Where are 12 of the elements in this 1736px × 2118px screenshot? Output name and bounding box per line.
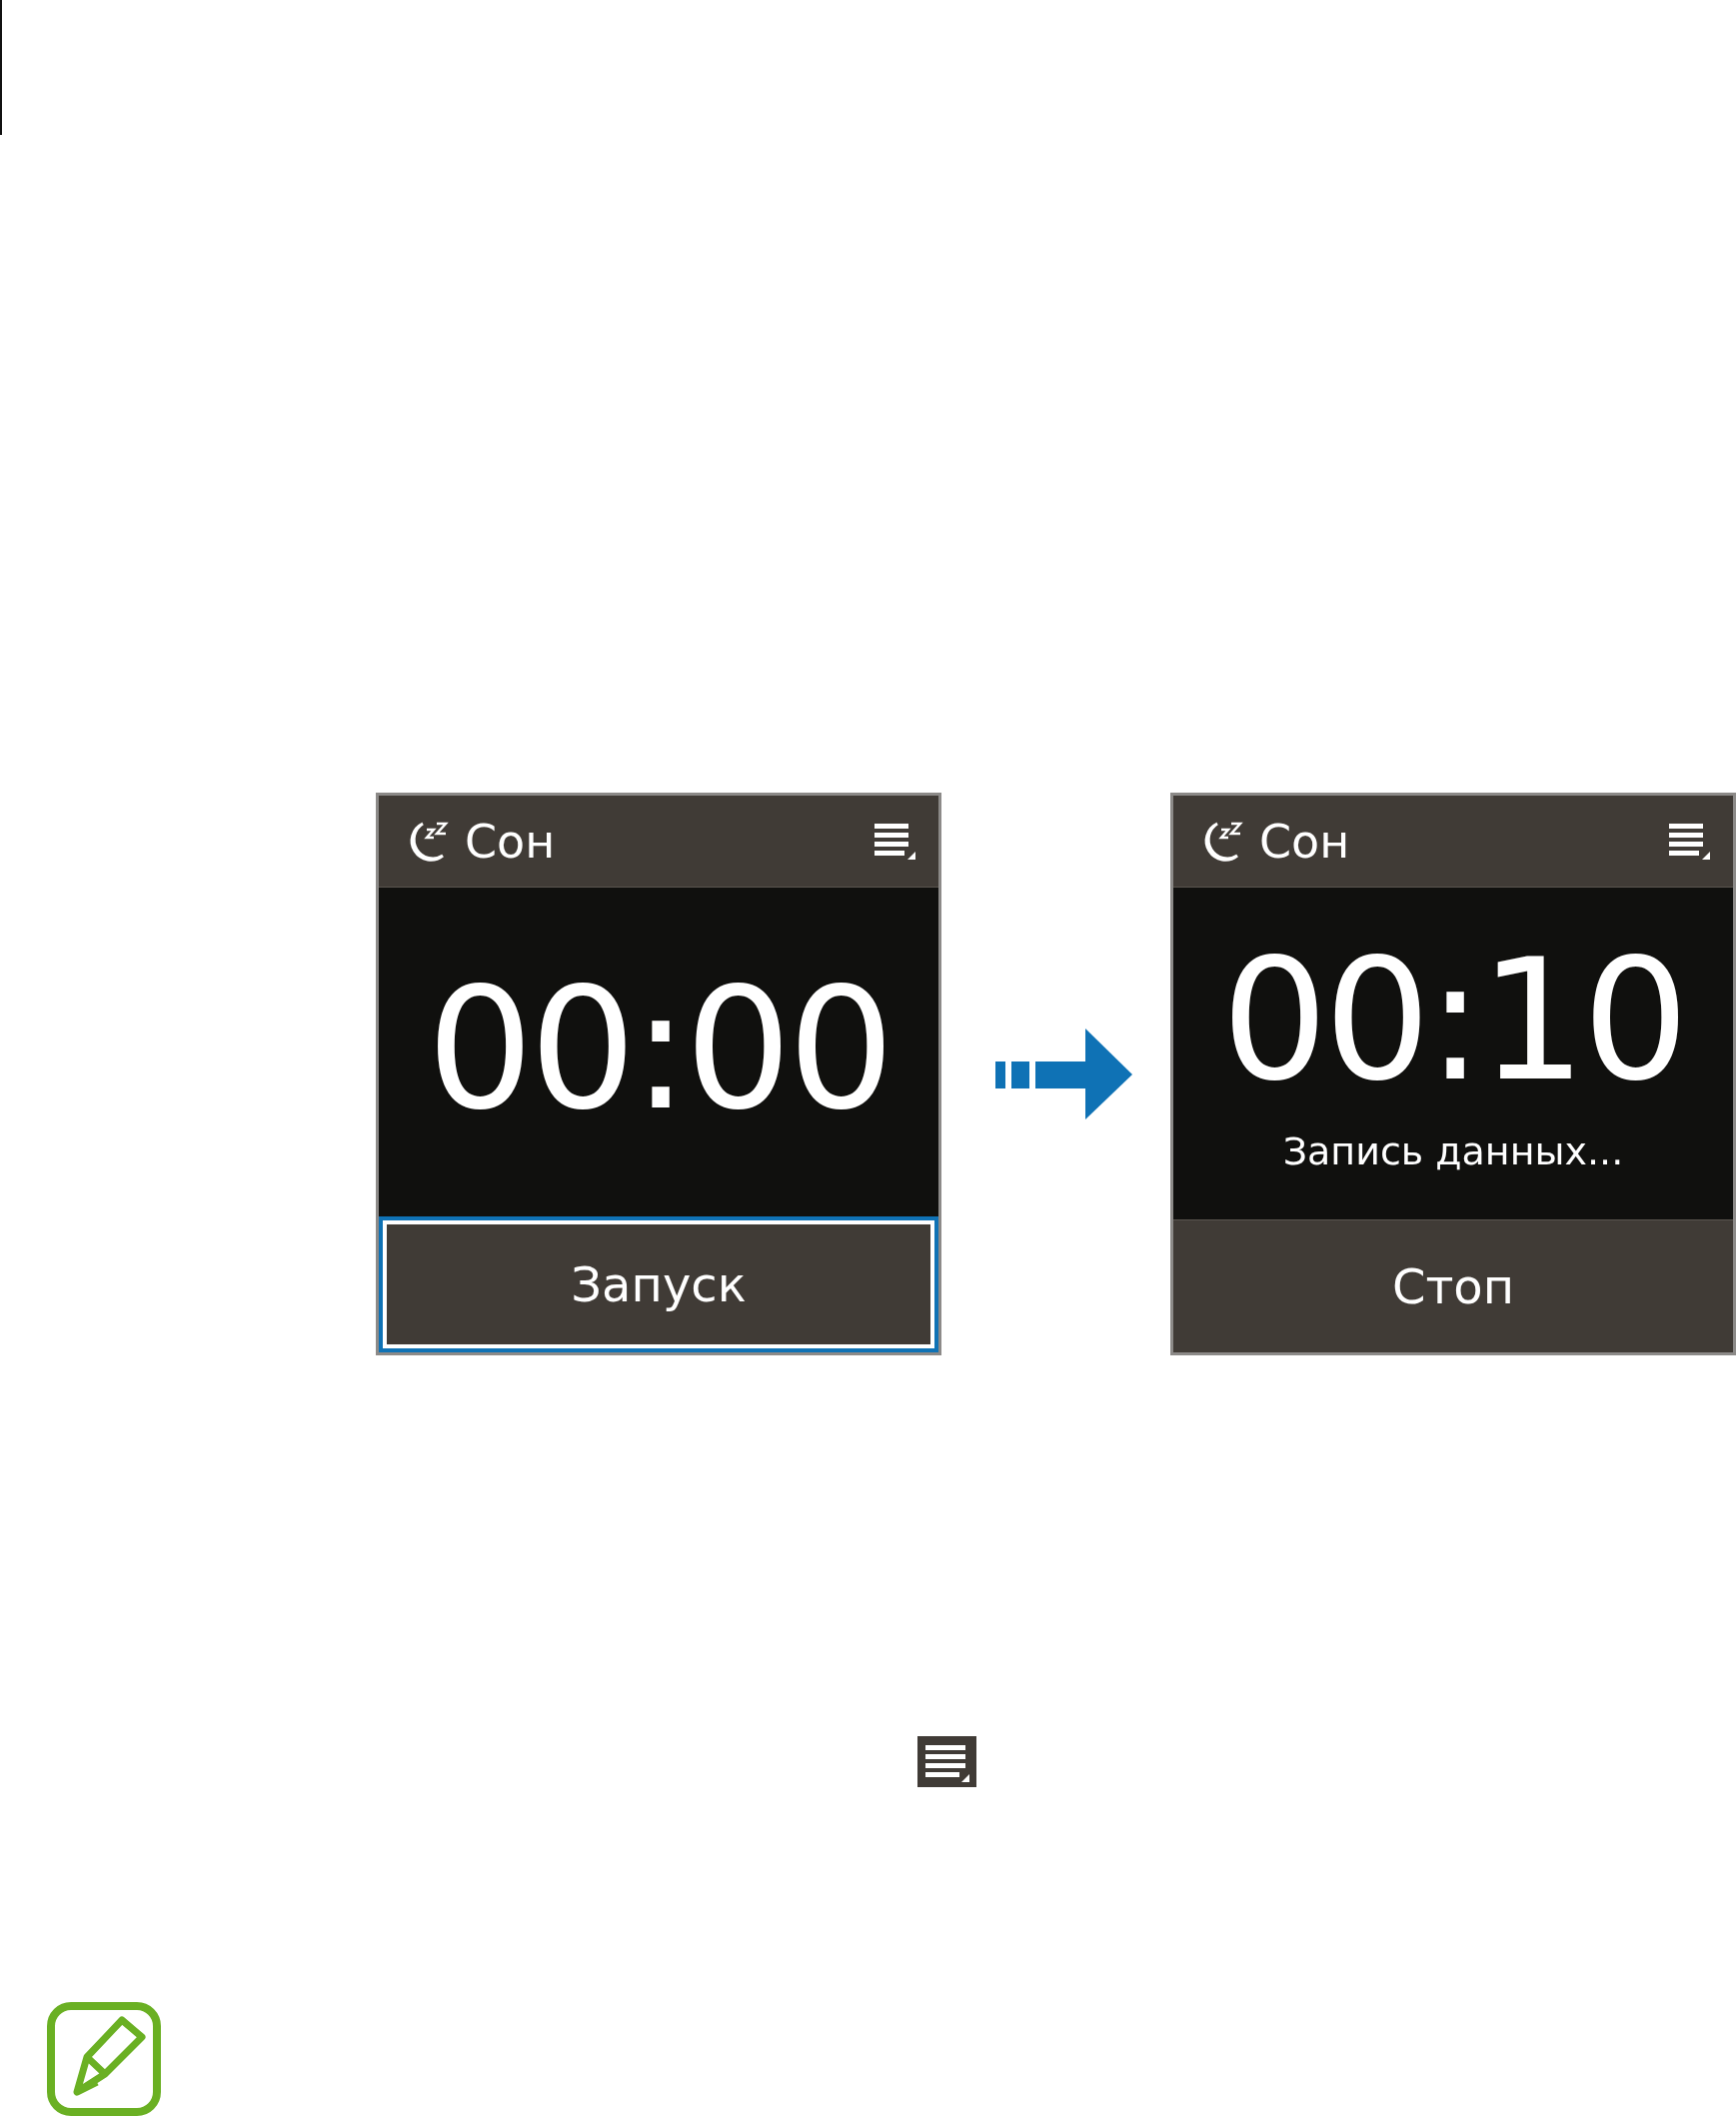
timer-display: 00:10 — [1220, 937, 1686, 1104]
action-button[interactable]: Стоп — [1173, 1219, 1733, 1352]
action-button[interactable]: Запуск — [379, 1216, 938, 1352]
menu-icon[interactable] — [874, 821, 916, 862]
pencil-note-icon — [47, 2002, 161, 2116]
status-text: Запись данных... — [1282, 1132, 1624, 1170]
timer-display: 00:00 — [426, 965, 891, 1133]
app-title: Сон — [1259, 818, 1350, 865]
app-title: Сон — [465, 818, 556, 865]
menu-icon[interactable] — [1669, 821, 1711, 862]
right-arrow-icon — [995, 1029, 1132, 1119]
menu-icon — [917, 1736, 976, 1787]
